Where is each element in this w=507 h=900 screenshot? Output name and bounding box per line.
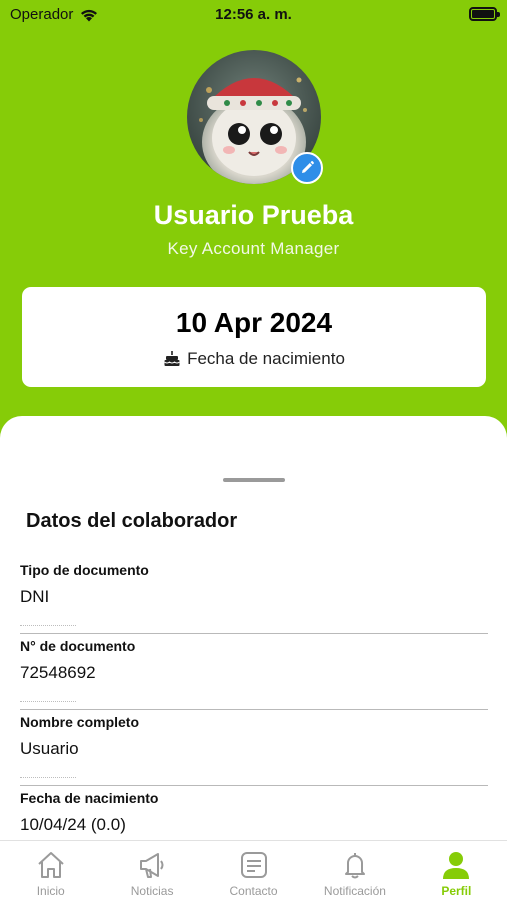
megaphone-icon <box>140 853 164 878</box>
user-name: Usuario Prueba <box>153 200 354 230</box>
field-label: N° de documento <box>20 638 136 654</box>
tab-label: Notificación <box>323 884 386 898</box>
field-value: 72548692 <box>20 663 96 682</box>
field-value: Usuario <box>20 739 79 758</box>
pencil-icon <box>302 161 314 173</box>
birthday-card: 10 Apr 2024 Fecha de nacimiento <box>22 287 486 387</box>
tab-notificacion[interactable]: Notificación <box>304 841 405 900</box>
tab-contacto[interactable]: Contacto <box>203 841 304 900</box>
birthday-label: Fecha de nacimiento <box>187 349 345 368</box>
home-icon <box>38 852 64 878</box>
section-title: Datos del colaborador <box>26 510 238 532</box>
field-value: 10/04/24 (0.0) <box>20 815 126 834</box>
tab-bar: Inicio Noticias Contacto Notificación Pe… <box>0 840 507 900</box>
birthday-date: 10 Apr 2024 <box>175 307 333 338</box>
battery-icon <box>469 7 500 21</box>
field-divider <box>20 701 76 703</box>
details-sheet: Datos del colaborador Tipo de documento … <box>0 416 507 900</box>
user-role: Key Account Manager <box>167 239 340 258</box>
edit-avatar-button[interactable] <box>291 152 323 184</box>
field-label: Fecha de nacimiento <box>20 790 159 806</box>
tab-label: Inicio <box>36 884 65 898</box>
person-icon <box>443 852 470 879</box>
field-tipo-documento: Tipo de documento DNI <box>20 562 488 634</box>
tab-perfil[interactable]: Perfil <box>406 841 507 900</box>
birthday-label-row: Fecha de nacimiento <box>22 349 486 369</box>
tab-label: Noticias <box>130 884 174 898</box>
status-bar: Operador 12:56 a. m. <box>0 0 507 28</box>
tab-label: Perfil <box>441 884 472 898</box>
message-icon <box>240 852 267 878</box>
cake-icon <box>164 351 180 366</box>
tab-noticias[interactable]: Noticias <box>101 841 202 900</box>
tab-label: Contacto <box>229 884 278 898</box>
bell-icon <box>344 853 365 879</box>
field-numero-documento: N° de documento 72548692 <box>20 638 488 710</box>
field-label: Tipo de documento <box>20 562 149 578</box>
clock: 12:56 a. m. <box>215 6 292 23</box>
field-label: Nombre completo <box>20 714 140 730</box>
sheet-drag-handle[interactable] <box>223 478 285 482</box>
field-divider <box>20 777 76 779</box>
avatar-container <box>187 50 323 184</box>
field-nombre-completo: Nombre completo Usuario <box>20 714 488 786</box>
field-divider <box>20 625 76 627</box>
tab-inicio[interactable]: Inicio <box>0 841 101 900</box>
field-value: DNI <box>20 587 50 606</box>
